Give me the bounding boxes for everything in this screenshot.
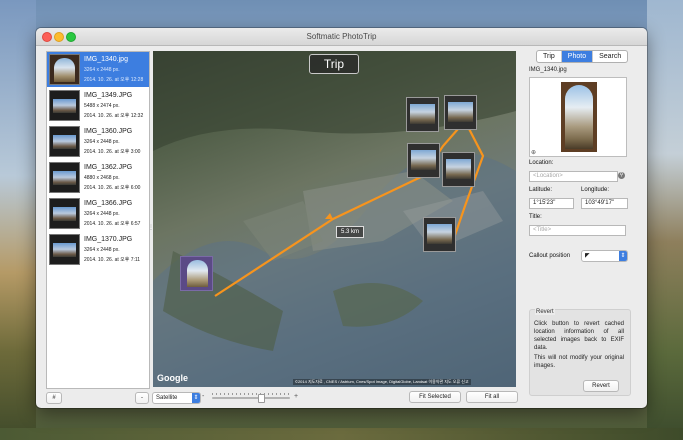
hash-button[interactable]: #	[46, 392, 62, 404]
magnify-icon[interactable]: ⊕	[531, 149, 536, 156]
map-type-value: Satellite	[156, 395, 178, 401]
photo-list-item[interactable]: IMG_1349.JPG 5488 x 2474 px. 2014. 10. 2…	[47, 88, 149, 123]
longitude-field[interactable]: 103°49'17"	[581, 198, 628, 209]
latitude-label: Latitude:	[529, 187, 553, 193]
photo-name: IMG_1360.JPG	[84, 128, 133, 135]
photo-name: IMG_1362.JPG	[84, 164, 133, 171]
map-photo-callout[interactable]	[442, 152, 475, 187]
selected-photo-filename: IMG_1340.jpg	[529, 67, 567, 73]
title-bar: Softmatic PhotoTrip	[36, 28, 647, 46]
photo-list-item[interactable]: IMG_1366.JPG 3264 x 2448 px. 2014. 10. 2…	[47, 196, 149, 231]
remove-photo-button[interactable]: -	[135, 392, 149, 404]
photo-preview	[529, 77, 627, 157]
zoom-slider-ticks	[212, 393, 290, 395]
photo-thumbnail	[49, 126, 80, 157]
map-photo-callout[interactable]	[180, 256, 213, 291]
photo-name: IMG_1366.JPG	[84, 200, 133, 207]
route-distance-label: 5.3 km	[336, 226, 365, 238]
photo-name: IMG_1370.JPG	[84, 236, 133, 243]
photo-thumbnail	[49, 90, 80, 121]
window-title: Softmatic PhotoTrip	[306, 32, 377, 41]
map-type-select[interactable]: Satellite ⇕	[152, 392, 201, 404]
zoom-out-icon[interactable]: -	[202, 393, 204, 400]
photo-list-item[interactable]: IMG_1340.jpg 3264 x 2448 px. 2014. 10. 2…	[47, 52, 149, 87]
revert-text: Click button to revert cached location i…	[534, 321, 624, 351]
photo-list-item[interactable]: IMG_1370.JPG 3264 x 2448 px. 2014. 10. 2…	[47, 232, 149, 267]
desktop-background-right	[647, 0, 683, 440]
photo-thumbnail	[49, 198, 80, 229]
photo-date: 2014. 10. 26. at 오후 3:00	[84, 149, 141, 155]
photo-preview-image	[561, 82, 597, 152]
photo-thumbnail	[49, 162, 80, 193]
photo-dimensions: 3264 x 2448 px.	[84, 247, 120, 253]
google-logo: Google	[157, 373, 188, 383]
desktop-background-left	[0, 0, 36, 440]
photo-dimensions: 5488 x 2474 px.	[84, 103, 120, 109]
photo-thumbnail	[49, 234, 80, 265]
photo-list-item[interactable]: IMG_1360.JPG 3264 x 2448 px. 2014. 10. 2…	[47, 124, 149, 159]
tab-search[interactable]: Search	[593, 51, 627, 62]
zoom-in-icon[interactable]: +	[294, 393, 298, 400]
chevron-updown-icon: ⇕	[192, 393, 200, 403]
chevron-updown-icon: ⇕	[619, 251, 627, 261]
title-label: Title:	[529, 214, 542, 220]
photo-date: 2014. 10. 26. at 오후 12:32	[84, 113, 144, 119]
callout-arrow-icon: ◤	[585, 253, 590, 259]
desktop-background-bottom	[0, 428, 683, 440]
map-photo-callout[interactable]	[406, 97, 439, 132]
photo-date: 2014. 10. 26. at 오후 6:00	[84, 185, 141, 191]
revert-group-title: Revert	[535, 309, 555, 315]
title-field[interactable]: <Title>	[529, 225, 626, 236]
zoom-slider-knob[interactable]	[258, 394, 265, 403]
zoom-slider-track[interactable]	[212, 397, 290, 399]
map-view[interactable]: Trip 5.3 km Google ©2014 지도자료 , CNES / A…	[153, 51, 516, 387]
callout-position-select[interactable]: ◤ ⇕	[581, 250, 628, 262]
location-search-icon[interactable]: ⚲	[618, 172, 625, 179]
photo-date: 2014. 10. 26. at 오후 12:28	[84, 77, 144, 83]
photo-dimensions: 3264 x 2448 px.	[84, 67, 120, 73]
photo-date: 2014. 10. 26. at 오후 6:57	[84, 221, 141, 227]
tab-trip[interactable]: Trip	[537, 51, 562, 62]
fit-selected-button[interactable]: Fit Selected	[409, 391, 461, 403]
fit-all-button[interactable]: Fit all	[466, 391, 518, 403]
map-photo-callout[interactable]	[407, 143, 440, 178]
map-photo-callout[interactable]	[444, 95, 477, 130]
photo-name: IMG_1340.jpg	[84, 56, 128, 63]
revert-description: Click button to revert cached location i…	[534, 320, 624, 370]
map-photo-callout[interactable]	[423, 217, 456, 252]
revert-note: This will not modify your original image…	[534, 355, 624, 369]
revert-button[interactable]: Revert	[583, 380, 619, 392]
latitude-field[interactable]: 1°15'23"	[529, 198, 574, 209]
location-field[interactable]: <Location>	[529, 171, 618, 182]
photo-dimensions: 3264 x 2448 px.	[84, 139, 120, 145]
photo-date: 2014. 10. 26. at 오후 7:11	[84, 257, 141, 263]
map-copyright[interactable]: ©2014 지도자료 , CNES / Astrium, Cnes/Spot I…	[293, 379, 471, 385]
callout-position-label: Callout position	[529, 253, 571, 259]
tab-photo[interactable]: Photo	[561, 51, 594, 62]
photo-dimensions: 3264 x 2448 px.	[84, 211, 120, 217]
photo-name: IMG_1349.JPG	[84, 92, 133, 99]
photo-dimensions: 4880 x 2468 px.	[84, 175, 120, 181]
photo-list[interactable]: IMG_1340.jpg 3264 x 2448 px. 2014. 10. 2…	[46, 51, 150, 389]
map-trip-title: Trip	[309, 54, 359, 74]
photo-thumbnail	[49, 54, 80, 85]
photo-list-item[interactable]: IMG_1362.JPG 4880 x 2468 px. 2014. 10. 2…	[47, 160, 149, 195]
longitude-label: Longitude:	[581, 187, 610, 193]
app-window: Softmatic PhotoTrip IMG_1340.jpg 3264 x …	[36, 28, 647, 408]
inspector-tabs: Trip Photo Search	[536, 50, 629, 63]
location-label: Location:	[529, 160, 554, 166]
